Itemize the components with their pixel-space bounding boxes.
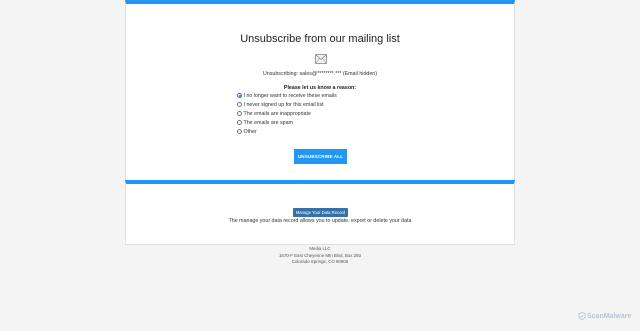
reason-label: I never signed up for this email list: [243, 101, 324, 108]
reason-option[interactable]: Other: [237, 127, 337, 136]
unsubscribe-all-button[interactable]: UNSUBSCRIBE ALL: [294, 149, 347, 164]
footer-address-line2: Colorado Springs, CO 80906: [291, 259, 349, 264]
radio-button[interactable]: [237, 120, 242, 125]
manage-data-card: Manage Your Data Record The manage your …: [125, 180, 515, 245]
radio-button[interactable]: [237, 93, 242, 98]
manage-data-record-button[interactable]: Manage Your Data Record: [293, 208, 348, 217]
radio-button[interactable]: [237, 111, 242, 116]
reason-option[interactable]: I no longer want to receive these emails: [237, 91, 337, 100]
envelope-icon: [315, 54, 327, 64]
reason-option[interactable]: The emails are spam: [237, 118, 337, 127]
page-title: Unsubscribe from our mailing list: [240, 33, 400, 45]
footer-address: Media LLC 1670-F East Cheyenne Mtn Blvd,…: [0, 246, 640, 266]
reason-label: The emails are inappropriate: [243, 110, 311, 117]
shield-logo-icon: [578, 312, 586, 320]
watermark-text: ScanMalware: [587, 312, 632, 320]
reason-radio-group: I no longer want to receive these emails…: [237, 91, 337, 136]
reason-label: Other: [243, 128, 257, 135]
reason-option[interactable]: I never signed up for this email list: [237, 100, 337, 109]
reason-option[interactable]: The emails are inappropriate: [237, 109, 337, 118]
unsubscribing-email-text: Unsubscribing: sales@********.*** (Email…: [262, 71, 378, 77]
manage-data-description: The manage your data record allows you t…: [228, 218, 412, 224]
radio-button[interactable]: [237, 129, 242, 134]
reason-label: I no longer want to receive these emails: [243, 92, 337, 99]
radio-button[interactable]: [237, 102, 242, 107]
watermark: ScanMalware: [578, 312, 631, 320]
reason-label: The emails are spam: [243, 119, 293, 126]
unsubscribe-card: Unsubscribe from our mailing list Unsubs…: [125, 0, 515, 182]
